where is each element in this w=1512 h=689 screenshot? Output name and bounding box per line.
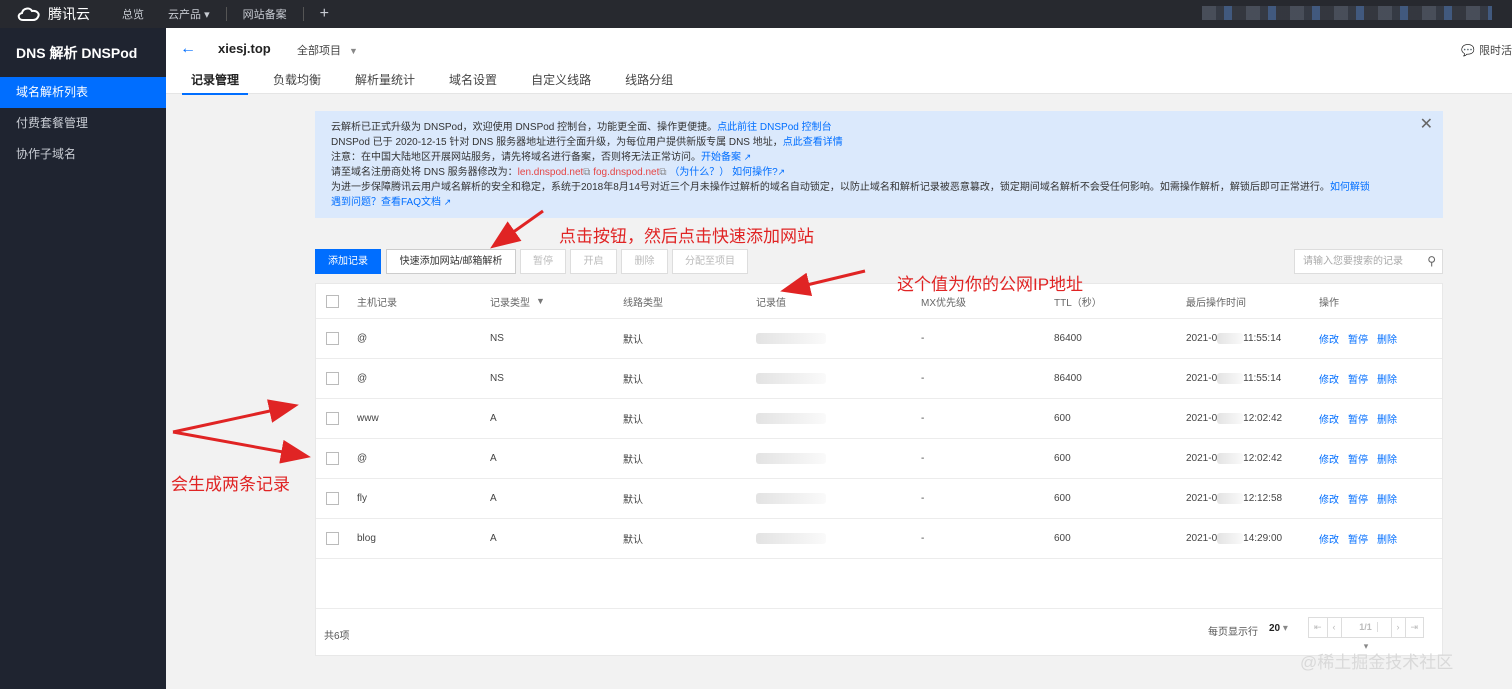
annotation-ip-tip: 这个值为你的公网IP地址 [897,275,1084,294]
annotation-click-tip: 点击按钮，然后点击快速添加网站 [559,227,814,246]
arrow-to-quick-add [490,209,544,249]
annotation-arrows [172,209,866,464]
watermark: @稀土掘金技术社区 [1300,653,1454,672]
arrow-to-www-row [172,399,299,434]
arrow-to-record-value [780,269,866,297]
annotation-two-records: 会生成两条记录 [171,475,290,494]
arrow-to-root-a-row [172,430,311,464]
